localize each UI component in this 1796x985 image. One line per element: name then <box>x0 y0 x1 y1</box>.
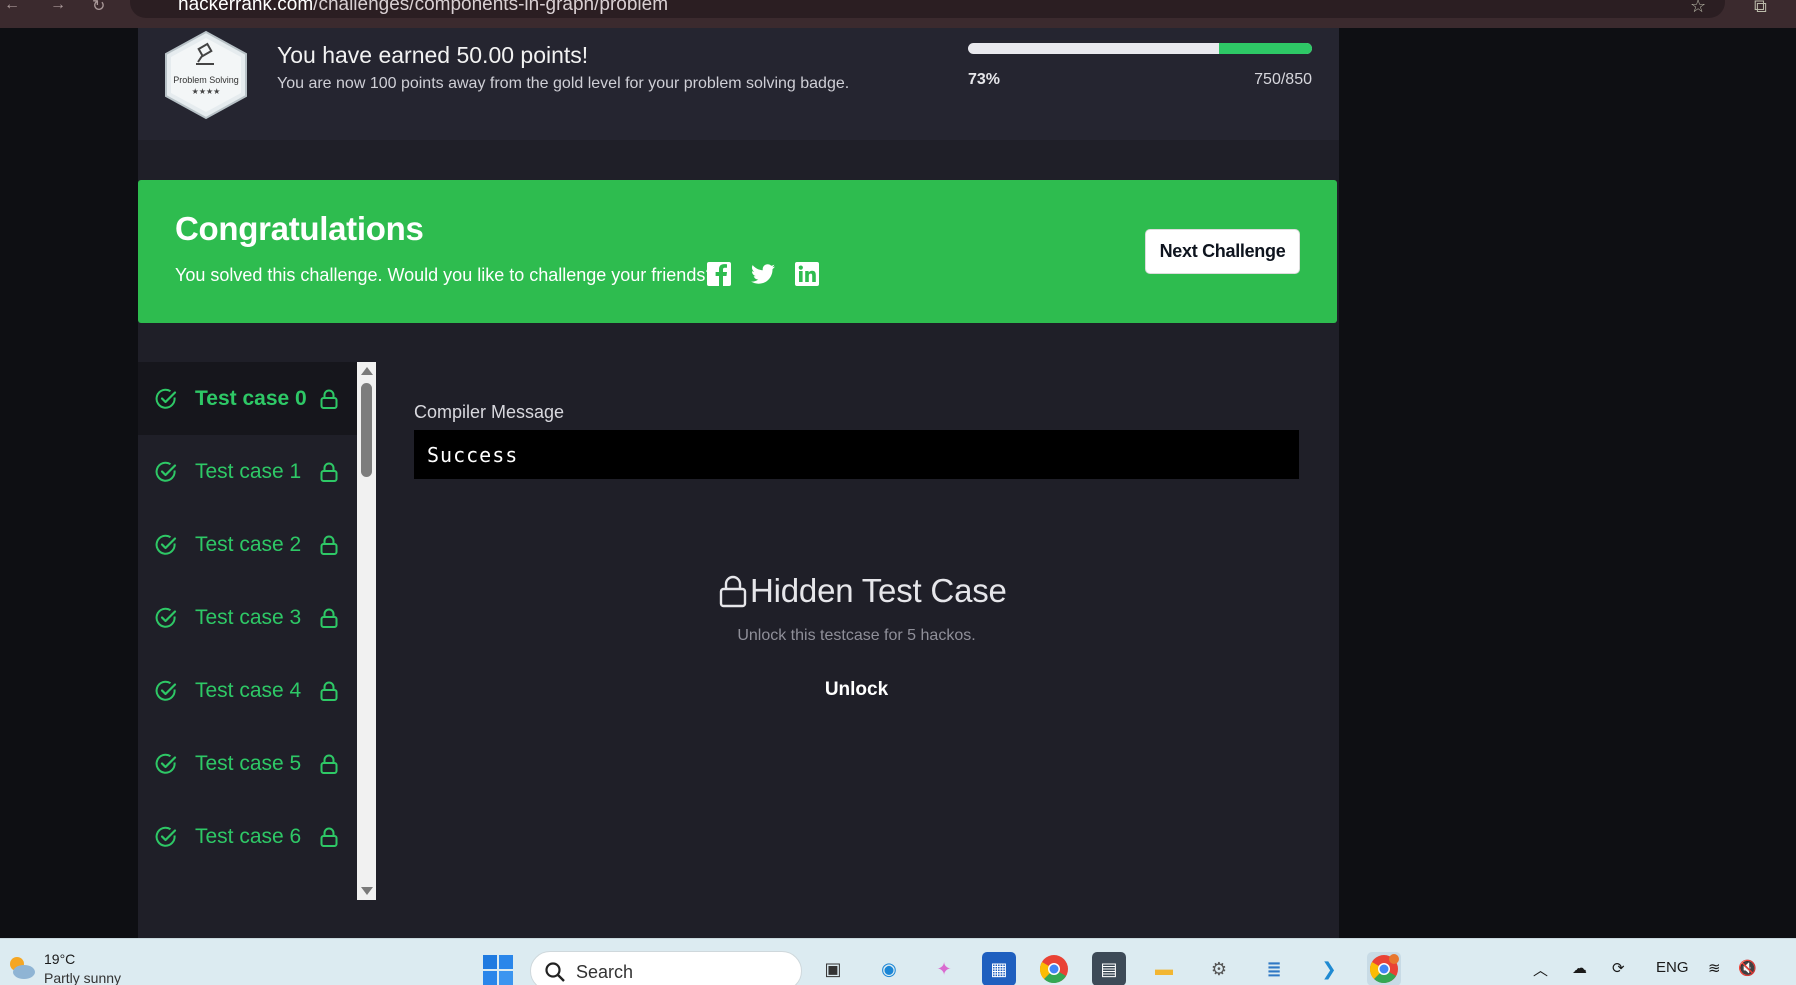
unlock-button[interactable]: Unlock <box>138 679 1575 701</box>
lock-icon <box>320 754 338 774</box>
test-case-item[interactable]: Test case 0 <box>138 362 357 435</box>
browser-toolbar: ← → ↻ hackerrank.com/challenges/componen… <box>0 0 1796 28</box>
microsoft-store-icon[interactable]: ▦ <box>982 952 1016 985</box>
test-case-item[interactable]: Test case 5 <box>138 727 357 800</box>
twitter-icon[interactable] <box>750 261 776 287</box>
problem-solving-badge-icon: Problem Solving ★★★★ <box>165 30 247 120</box>
points-earned-title: You have earned 50.00 points! <box>277 42 589 68</box>
lock-icon <box>719 575 747 608</box>
test-case-label: Test case 0 <box>195 386 307 410</box>
file-explorer-icon[interactable]: ▬ <box>1147 952 1181 985</box>
back-icon[interactable]: ← <box>4 0 20 14</box>
svg-text:Problem Solving: Problem Solving <box>173 75 239 85</box>
test-case-label: Test case 1 <box>195 459 302 483</box>
hidden-test-case-heading: Hidden Test Case <box>718 572 1007 610</box>
lock-icon <box>320 389 338 409</box>
badge-progress-count: 750/850 <box>1254 71 1312 88</box>
reload-icon[interactable]: ↻ <box>92 0 105 16</box>
svg-text:★★★★: ★★★★ <box>192 87 221 96</box>
scroll-down-arrow-icon[interactable] <box>361 887 373 895</box>
badge-progress-message: You are now 100 points away from the gol… <box>277 75 850 92</box>
next-challenge-button[interactable]: Next Challenge <box>1145 229 1300 274</box>
congratulations-message: You solved this challenge. Would you lik… <box>175 265 716 285</box>
check-circle-icon <box>155 534 177 555</box>
extensions-icon[interactable]: ⧉ <box>1754 0 1767 17</box>
check-circle-icon <box>155 826 177 847</box>
copilot-icon[interactable]: ✦ <box>927 952 961 985</box>
chrome-profile-icon[interactable] <box>1367 952 1401 985</box>
scrollbar-thumb[interactable] <box>361 383 372 477</box>
notepad-icon[interactable]: ≣ <box>1257 952 1291 985</box>
congratulations-title: Congratulations <box>175 210 424 247</box>
wifi-icon[interactable]: ≋ <box>1708 959 1721 977</box>
check-circle-icon <box>155 607 177 628</box>
lock-icon <box>320 608 338 628</box>
taskbar-search-input[interactable]: Search <box>530 951 802 985</box>
badge-progress-bar <box>968 43 1312 54</box>
compiler-message-text: Success <box>427 442 519 467</box>
lock-icon <box>320 462 338 482</box>
check-circle-icon <box>155 388 177 409</box>
windows-start-icon[interactable] <box>483 955 513 985</box>
test-case-label: Test case 3 <box>195 605 302 629</box>
settings-gear-icon[interactable]: ⚙ <box>1202 952 1236 985</box>
badge-progress-fill <box>1219 43 1312 54</box>
badge-progress-percent: 73% <box>968 71 1001 88</box>
show-hidden-icons-chevron-icon[interactable]: ︿ <box>1533 959 1548 980</box>
test-case-label: Test case 2 <box>195 532 302 556</box>
test-case-item[interactable]: Test case 2 <box>138 508 357 581</box>
edge-browser-icon[interactable]: ◉ <box>872 952 906 985</box>
bookmark-star-icon[interactable]: ☆ <box>1690 0 1706 17</box>
sync-icon[interactable]: ⟳ <box>1612 959 1625 977</box>
linkedin-icon[interactable] <box>794 261 820 287</box>
partly-sunny-weather-icon[interactable] <box>6 953 36 981</box>
facebook-icon[interactable] <box>706 261 732 287</box>
vscode-icon[interactable]: ❯ <box>1312 952 1346 985</box>
check-circle-icon <box>155 461 177 482</box>
hidden-test-case-message: Unlock this testcase for 5 hackos. <box>737 627 976 644</box>
lock-icon <box>320 535 338 555</box>
chrome-icon[interactable] <box>1037 952 1071 985</box>
weather-description[interactable]: Partly sunny <box>44 970 121 985</box>
windows-taskbar: 19°C Partly sunny Search ▣ ◉ ✦ ▦ ▤ ▬ ⚙ ≣… <box>0 938 1796 985</box>
weather-temperature[interactable]: 19°C <box>44 951 75 967</box>
test-case-item[interactable]: Test case 6 <box>138 800 357 873</box>
check-circle-icon <box>155 753 177 774</box>
task-view-icon[interactable]: ▣ <box>816 952 850 985</box>
volume-muted-icon[interactable]: 🔇 <box>1738 959 1757 977</box>
badge-progress-card: Problem Solving ★★★★ You have earned 50.… <box>138 28 1339 140</box>
scroll-up-arrow-icon[interactable] <box>361 367 373 375</box>
test-case-label: Test case 5 <box>195 751 302 775</box>
congratulations-banner: Congratulations You solved this challeng… <box>138 180 1337 323</box>
challenge-result-panel: Problem Solving ★★★★ You have earned 50.… <box>138 28 1339 938</box>
search-placeholder: Search <box>576 962 634 982</box>
test-case-label: Test case 6 <box>195 824 302 848</box>
compiler-message-label: Compiler Message <box>414 402 565 422</box>
lock-icon <box>320 827 338 847</box>
search-icon <box>545 962 565 982</box>
compiler-message-box: Success <box>414 430 1299 479</box>
address-bar-url[interactable]: hackerrank.com/challenges/components-in-… <box>178 0 668 16</box>
onedrive-icon[interactable]: ☁ <box>1572 959 1587 977</box>
forward-icon[interactable]: → <box>50 0 66 14</box>
calculator-icon[interactable]: ▤ <box>1092 952 1126 985</box>
language-indicator[interactable]: ENG <box>1656 959 1689 976</box>
test-case-item[interactable]: Test case 1 <box>138 435 357 508</box>
hidden-test-case-title: Hidden Test Case <box>750 572 1007 609</box>
